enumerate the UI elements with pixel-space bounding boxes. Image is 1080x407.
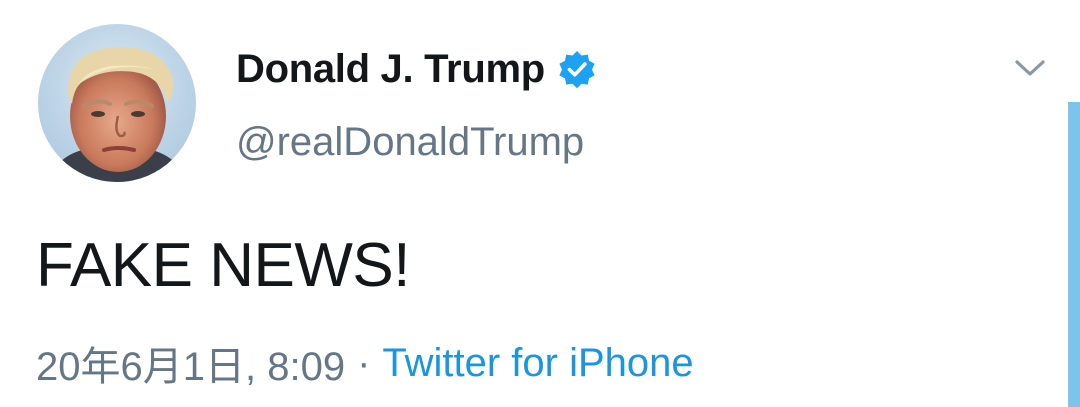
profile-photo-icon (38, 24, 196, 182)
tweet-timestamp[interactable]: 20年6月1日, 8:09 (36, 334, 345, 392)
tweet-text: FAKE NEWS! (36, 231, 410, 300)
scroll-indicator (1068, 102, 1080, 407)
author-name-row: Donald J. Trump (236, 42, 597, 96)
tweet-card[interactable]: Donald J. Trump @realDonaldTrump FAKE NE… (0, 0, 1080, 407)
tweet-menu-button[interactable] (1008, 50, 1052, 86)
avatar[interactable] (38, 24, 196, 182)
tweet-meta: 20年6月1日, 8:09 · Twitter for iPhone (36, 334, 694, 392)
author-display-name[interactable]: Donald J. Trump (236, 47, 545, 92)
tweet-source-link[interactable]: Twitter for iPhone (382, 341, 693, 386)
chevron-down-icon (1015, 60, 1045, 76)
verified-badge-icon (557, 49, 597, 89)
meta-separator: · (357, 340, 371, 385)
author-handle[interactable]: @realDonaldTrump (236, 120, 584, 165)
